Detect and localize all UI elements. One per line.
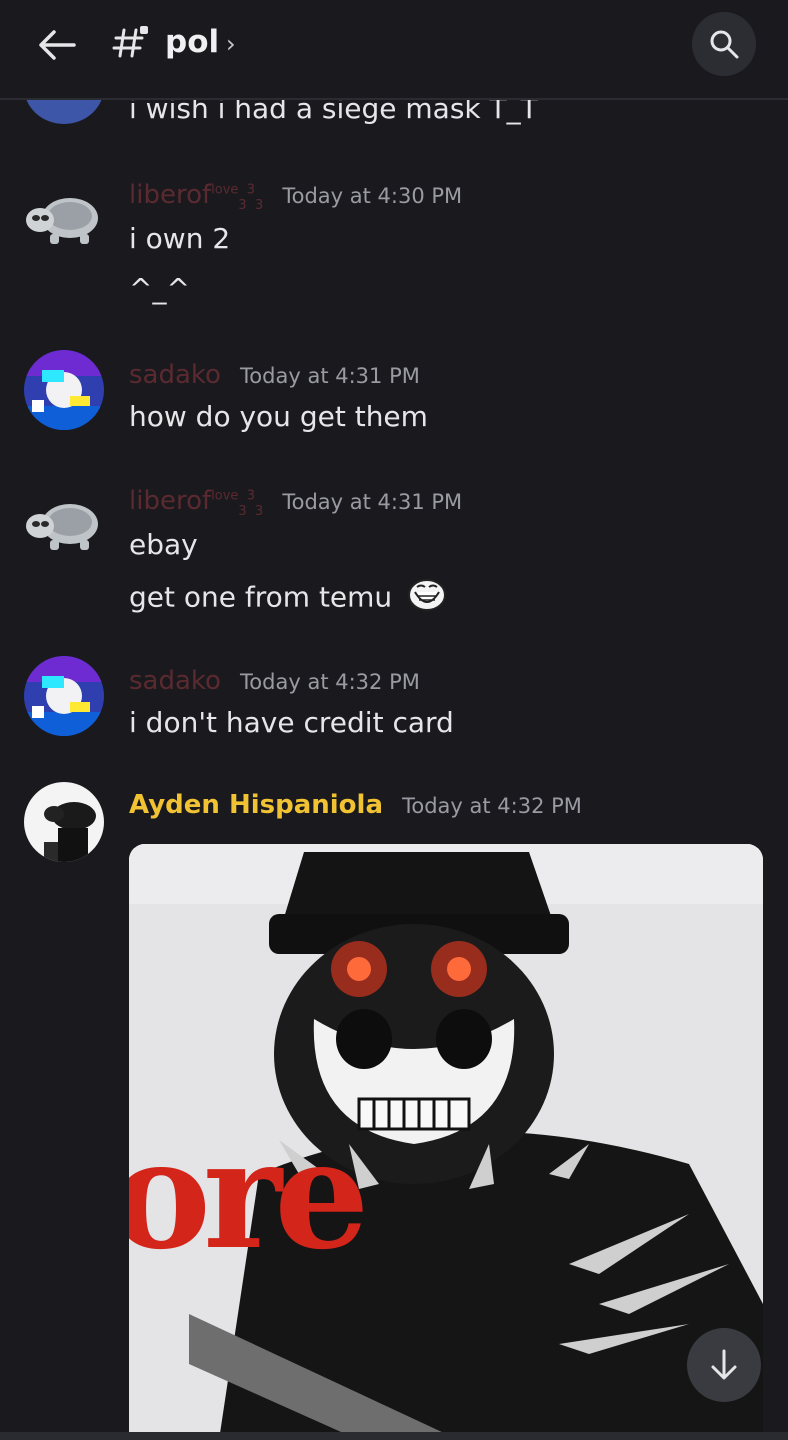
message-text: ^_^: [129, 272, 190, 305]
search-icon: [710, 30, 739, 59]
username[interactable]: Ayden Hispaniola: [129, 790, 383, 820]
username[interactable]: liberoflove333: [129, 486, 263, 519]
message-header: sadako Today at 4:31 PM: [129, 360, 420, 390]
username[interactable]: sadako: [129, 360, 221, 390]
channel-hash-icon: [112, 22, 152, 62]
scroll-to-bottom-button[interactable]: [687, 1328, 761, 1402]
username[interactable]: sadako: [129, 666, 221, 696]
timestamp: Today at 4:31 PM: [240, 364, 420, 388]
avatar[interactable]: [24, 656, 104, 736]
message-text: get one from temu: [129, 578, 447, 619]
timestamp: Today at 4:31 PM: [282, 490, 463, 514]
avatar[interactable]: [24, 782, 104, 862]
message-list: i wish i had a siege mask T_T liberoflov…: [0, 0, 788, 1440]
timestamp: Today at 4:32 PM: [240, 670, 420, 694]
message-text: i own 2: [129, 222, 231, 255]
trollface-emoji-icon: [407, 578, 447, 619]
image-attachment[interactable]: ore: [129, 844, 763, 1440]
username[interactable]: liberoflove333: [129, 180, 263, 213]
channel-name[interactable]: pol: [165, 24, 219, 60]
message-header: sadako Today at 4:32 PM: [129, 666, 420, 696]
timestamp: Today at 4:30 PM: [282, 184, 463, 208]
arrow-left-icon: [39, 30, 76, 60]
search-button[interactable]: [692, 12, 756, 76]
overlay-text: ore: [129, 1107, 370, 1283]
message-text: ebay: [129, 528, 198, 561]
message-text: how do you get them: [129, 400, 428, 433]
back-button[interactable]: [34, 22, 80, 68]
timestamp: Today at 4:32 PM: [402, 794, 582, 818]
message-header: liberoflove333 Today at 4:31 PM: [129, 486, 462, 519]
avatar[interactable]: [24, 350, 104, 430]
avatar[interactable]: [24, 176, 104, 256]
bottom-divider: [0, 1432, 788, 1440]
message-header: liberoflove333 Today at 4:30 PM: [129, 180, 462, 213]
channel-header: pol ›: [0, 0, 788, 100]
message-header: Ayden Hispaniola Today at 4:32 PM: [129, 790, 582, 820]
chevron-right-icon[interactable]: ›: [226, 30, 236, 58]
arrow-down-icon: [711, 1349, 737, 1380]
avatar[interactable]: [24, 482, 104, 562]
message-text: i don't have credit card: [129, 706, 454, 739]
